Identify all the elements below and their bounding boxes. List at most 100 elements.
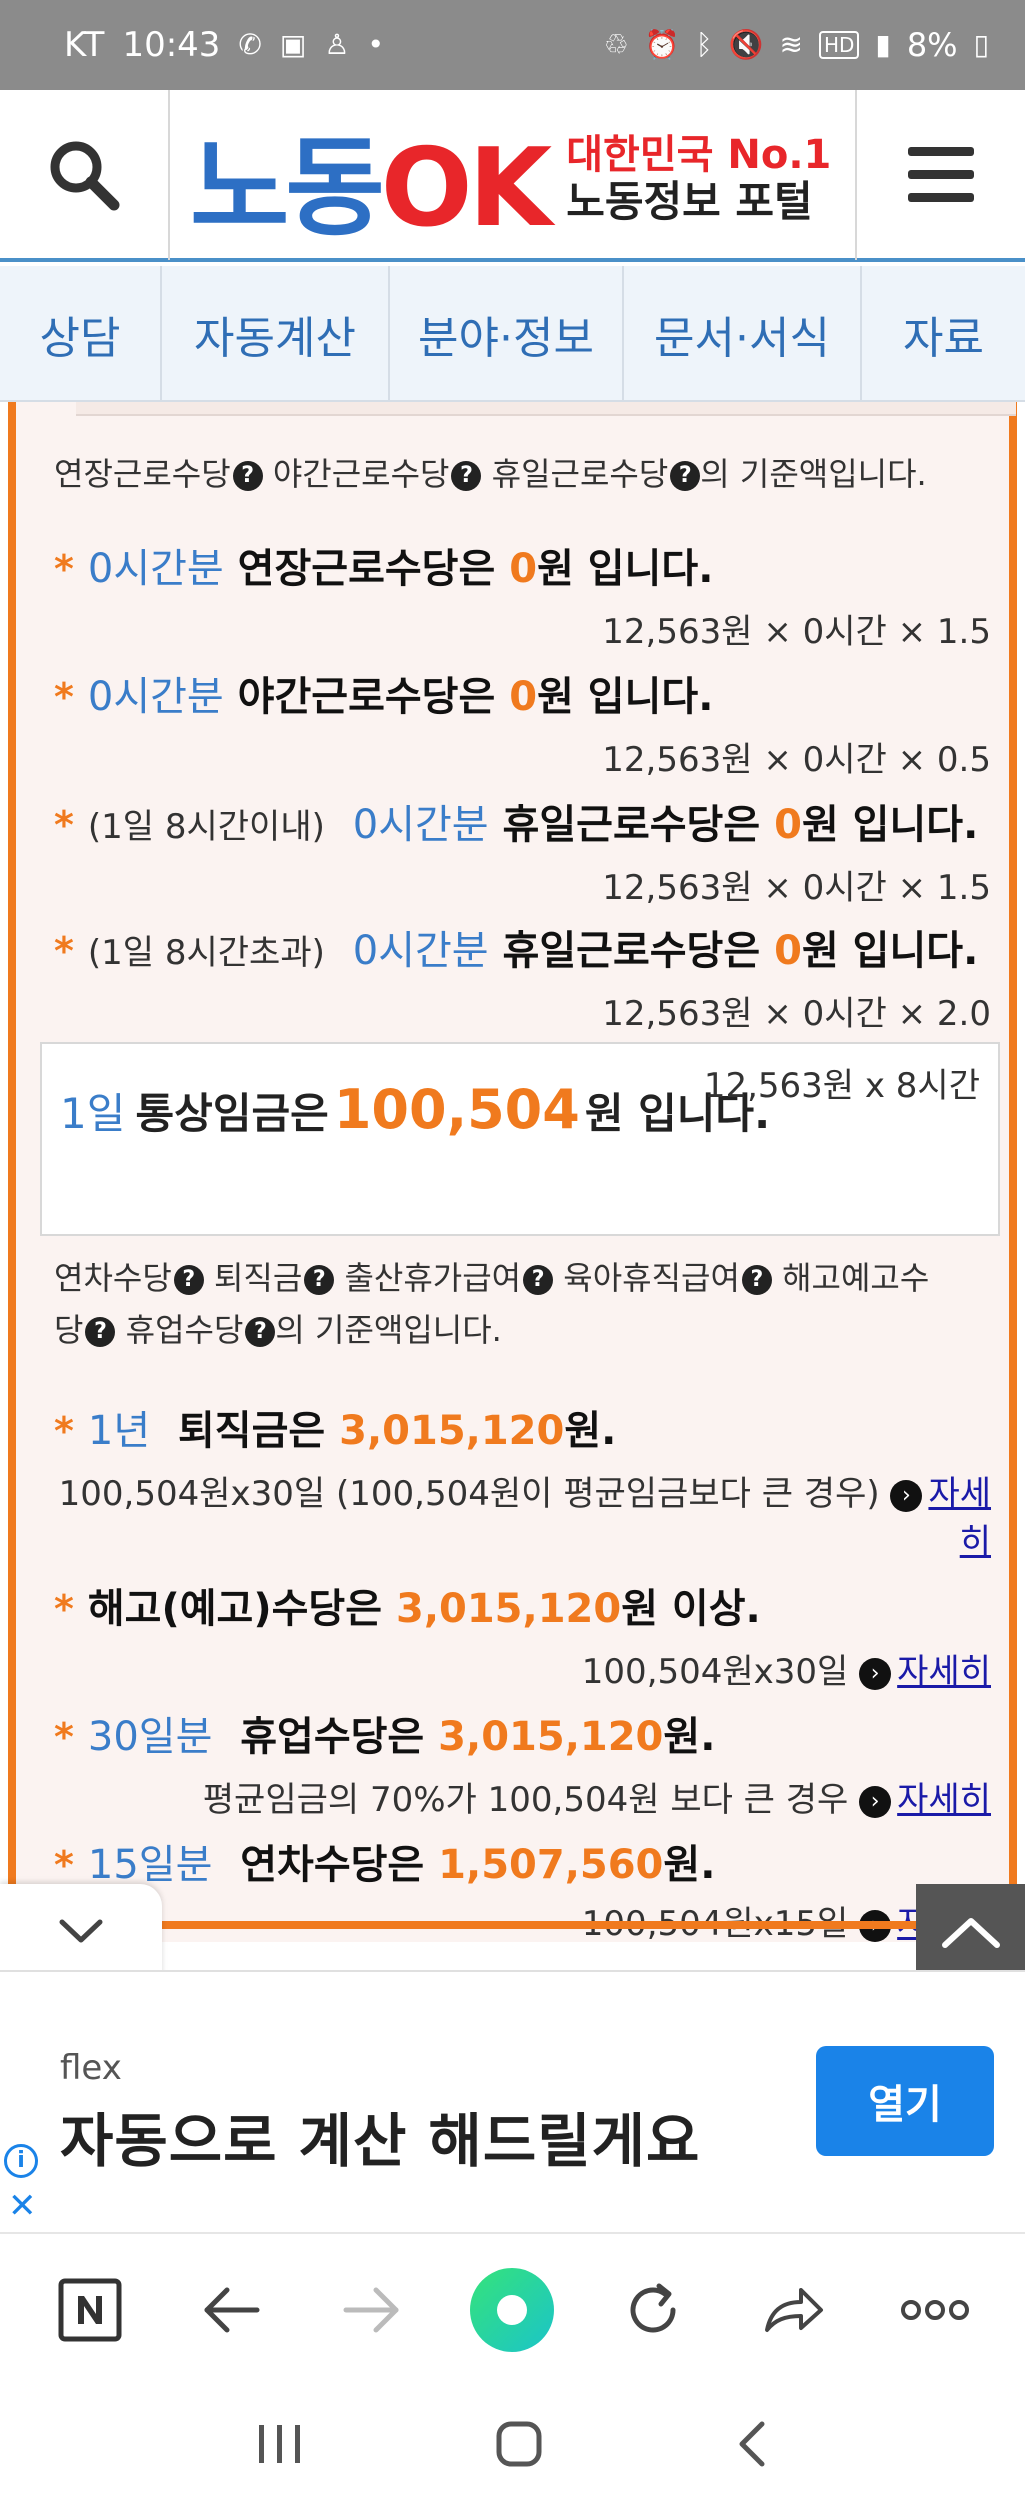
scroll-to-top-button[interactable] (916, 1884, 1025, 1980)
detail-link[interactable]: 자세 (928, 1474, 991, 1514)
wage-days: 1일 (60, 1089, 126, 1138)
arrow-left-icon (204, 2287, 260, 2333)
mute-icon: 🔇 (728, 28, 764, 61)
tab-field-info[interactable]: 분야·정보 (390, 266, 624, 402)
formula: 12,563원 × 0시간 × 0.5 (602, 740, 991, 780)
pay-label: 해고(예고)수당은 (87, 1586, 383, 1632)
help-icon[interactable]: ? (670, 461, 701, 491)
days-value: 15일분 (87, 1842, 213, 1888)
dismissal-formula: 100,504원x30일 › 자세히 (582, 1644, 991, 1693)
pay-amount: 0 (774, 802, 802, 848)
help-icon[interactable]: ? (451, 461, 482, 491)
wifi-icon: ≋ (779, 28, 803, 61)
pay-amount: 0 (509, 674, 538, 720)
forward-button[interactable] (317, 2255, 427, 2365)
formula: 12,563원 × 0시간 × 1.5 (602, 868, 991, 908)
wage-amount: 100,504 (333, 1078, 580, 1141)
result-panel: 연장근로수당? 야간근로수당? 휴일근로수당? 의 기준액입니다. * 0시간분 … (8, 402, 1017, 1944)
help-icon[interactable]: ? (741, 1265, 772, 1295)
ad-close-icon[interactable]: ✕ (8, 2186, 37, 2226)
search-icon (50, 141, 120, 211)
intro-overtime: 연장근로수당 (54, 455, 231, 493)
ad-info-icon[interactable]: i (4, 2144, 38, 2178)
system-back-button[interactable] (734, 2419, 770, 2473)
help-icon[interactable]: ? (173, 1265, 204, 1295)
severance-formula: 100,504원x30일 (100,504원이 평균임금보다 큰 경우) › 자세 (59, 1466, 991, 1515)
bullet-star: * (54, 929, 74, 973)
naver-home-button[interactable] (35, 2255, 145, 2365)
naver-n-icon (58, 2278, 122, 2342)
dot-icon: • (367, 28, 384, 61)
pay-label: 휴업수당은 (240, 1714, 425, 1760)
holiday-pay-within8-row: * (1일 8시간이내) 0시간분 휴일근로수당은 0 원 입니다. (54, 792, 978, 850)
formula: 12,563원 × 0시간 × 1.5 (602, 612, 991, 652)
tab-documents[interactable]: 문서·서식 (624, 266, 862, 402)
annual-leave-pay-row: * 15일분 연차수당은 1,507,560 원. (54, 1832, 715, 1890)
logo-main-korean: 노동 (190, 126, 385, 251)
detail-link[interactable]: 히 (960, 1522, 991, 1562)
ad-headline: 자동으로 계산 해드릴게요 (60, 2107, 701, 2175)
search-button[interactable] (0, 90, 170, 260)
chevron-down-icon (59, 1919, 103, 1943)
intro-severance: 퇴직금 (203, 1259, 303, 1297)
help-icon[interactable]: ? (245, 1317, 276, 1347)
recycle-icon: ♲ (603, 28, 629, 61)
pay-suffix: 원 입니다. (537, 546, 714, 592)
phone-icon: ✆ (238, 28, 262, 61)
bullet-star: * (54, 1715, 74, 1759)
app-icon: ▣ (279, 28, 307, 61)
tab-resources[interactable]: 자료 (862, 266, 1025, 402)
site-logo[interactable]: 노동 OK 대한민국 No.1 노동정보 포털 (190, 104, 840, 254)
pay-amount: 3,015,120 (395, 1586, 622, 1632)
hours-value: 0시간분 (87, 546, 224, 592)
battery-icon: ▯ (973, 28, 989, 61)
daily-wage-line: 1일 통상임금은 100,504 원 입니다. (60, 1078, 770, 1141)
refresh-icon (630, 2283, 676, 2333)
menu-button[interactable] (855, 90, 1025, 260)
help-icon[interactable]: ? (85, 1317, 116, 1347)
formula-text: 평균임금의 70%가 100,504원 보다 큰 경우 (202, 1780, 849, 1820)
pay-suffix: 원. (663, 1842, 716, 1888)
more-button[interactable] (880, 2255, 990, 2365)
help-icon[interactable]: ? (232, 461, 263, 491)
pay-suffix: 원 입니다. (801, 928, 979, 974)
bullet-star: * (54, 1587, 74, 1631)
hours-value: 0시간분 (352, 928, 489, 974)
refresh-button[interactable] (598, 2255, 708, 2365)
logo-tagline-1: 대한민국 No.1 (566, 132, 832, 179)
green-dot-button[interactable] (457, 2255, 567, 2365)
pay-label: 휴일근로수당은 (502, 928, 761, 974)
detail-link[interactable]: 자세히 (897, 1652, 991, 1692)
night-pay-row: * 0시간분 야간근로수당은 0 원 입니다. (54, 664, 713, 722)
ad-collapse-button[interactable] (0, 1884, 162, 1980)
clock: 10:43 (122, 25, 221, 65)
detail-link[interactable]: 자세히 (897, 1780, 991, 1820)
help-icon[interactable]: ? (523, 1265, 554, 1295)
signal-icon: ▮ (875, 28, 891, 61)
system-nav-bar (0, 2386, 1025, 2506)
section1-intro: 연장근로수당? 야간근로수당? 휴일근로수당? 의 기준액입니다. (54, 448, 927, 500)
shutdown-formula: 평균임금의 70%가 100,504원 보다 큰 경우 › 자세히 (203, 1772, 991, 1821)
ad-banner[interactable]: flex 자동으로 계산 해드릴게요 열기 i ✕ (0, 1970, 1025, 2230)
ad-brand: flex (60, 2048, 122, 2088)
share-button[interactable] (739, 2255, 849, 2365)
ad-open-button[interactable]: 열기 (816, 2046, 994, 2156)
intro-holiday: 휴일근로수당 (481, 455, 669, 493)
pay-suffix: 원. (663, 1714, 716, 1760)
pay-label: 연차수당은 (240, 1842, 425, 1888)
bullet-star: * (54, 1409, 74, 1453)
help-icon[interactable]: ? (304, 1265, 335, 1295)
tab-consult[interactable]: 상담 (0, 266, 162, 402)
back-button[interactable] (176, 2255, 286, 2365)
recent-apps-button[interactable] (255, 2421, 305, 2471)
tab-auto-calc[interactable]: 자동계산 (162, 266, 390, 402)
panel-bottom-border (150, 1921, 920, 1929)
chevron-left-icon (739, 2421, 765, 2467)
pay-suffix: 원 입니다. (801, 802, 979, 848)
pay-suffix: 원. (564, 1408, 617, 1454)
section2-intro: 연차수당? 퇴직금? 출산휴가급여? 육아휴직급여? 해고예고수 당? 휴업수당?… (54, 1252, 1004, 1356)
home-square-icon (496, 2421, 542, 2467)
intro-night: 야간근로수당 (262, 455, 450, 493)
home-button[interactable] (494, 2419, 544, 2473)
status-bar: KT 10:43 ✆ ▣ ♙ • ♲ ⏰ ᛒ 🔇 ≋ HD ▮ 8% ▯ (0, 0, 1025, 90)
